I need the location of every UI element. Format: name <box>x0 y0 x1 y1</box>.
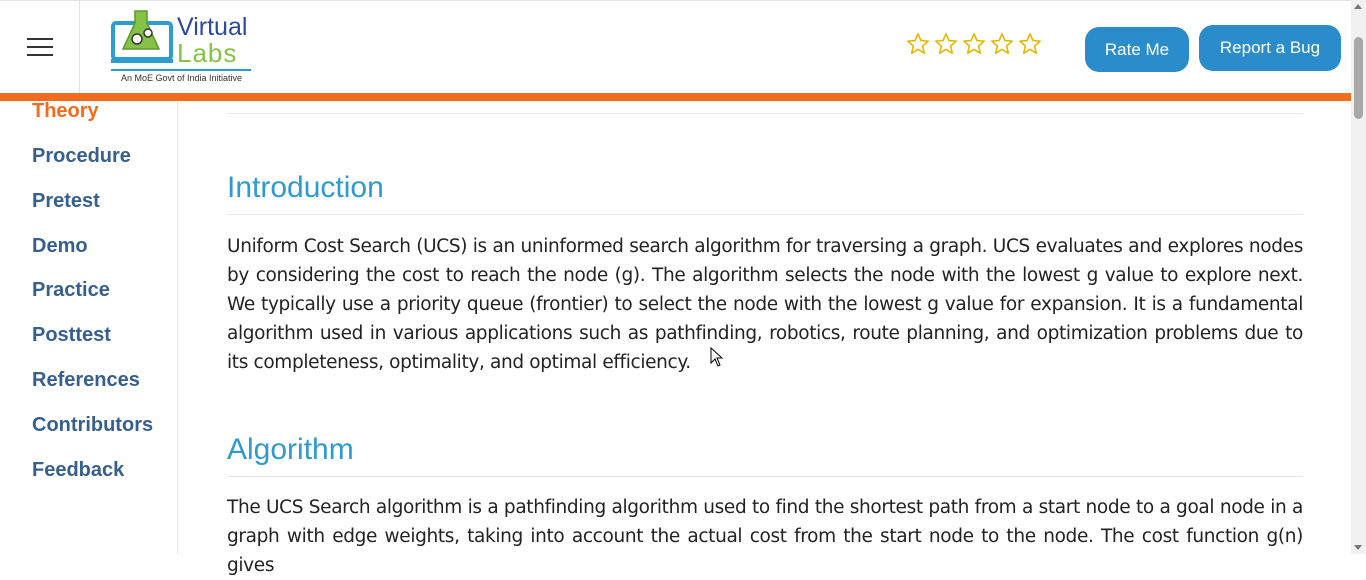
rating-stars <box>906 32 1042 56</box>
sidebar-item-posttest[interactable]: Posttest <box>32 324 111 347</box>
report-bug-button[interactable]: Report a Bug <box>1199 25 1341 71</box>
star-icon[interactable] <box>1018 32 1042 56</box>
sidebar-item-contributors[interactable]: Contributors <box>32 414 153 437</box>
lab-flask-logo-icon <box>111 10 173 63</box>
divider <box>227 113 1303 114</box>
section-heading-introduction: Introduction <box>227 171 384 204</box>
divider <box>227 214 1303 215</box>
star-icon[interactable] <box>990 32 1014 56</box>
logo-text-labs: Labs <box>177 38 238 68</box>
scrollbar-thumb[interactable] <box>1354 37 1363 119</box>
logo-underline <box>111 69 251 71</box>
top-navbar: Virtual Labs An MoE Govt of India Initia… <box>0 0 1351 93</box>
section-text-introduction: Uniform Cost Search (UCS) is an uninform… <box>227 236 1303 373</box>
hamburger-icon <box>26 38 53 56</box>
sidebar-item-theory[interactable]: Theory <box>32 101 99 123</box>
sidebar-item-feedback[interactable]: Feedback <box>32 459 124 482</box>
logo-tagline: An MoE Govt of India Initiative <box>121 73 243 83</box>
rate-me-button[interactable]: Rate Me <box>1085 27 1189 72</box>
menu-toggle-button[interactable] <box>0 1 80 93</box>
divider <box>227 476 1303 477</box>
mouse-cursor-icon <box>710 347 724 367</box>
section-text-algorithm: The UCS Search algorithm is a pathfindin… <box>227 497 1303 576</box>
scroll-up-arrow-icon[interactable] <box>1354 4 1362 9</box>
sidebar-item-references[interactable]: References <box>32 369 140 392</box>
header-accent-bar <box>0 93 1351 101</box>
virtual-labs-logo[interactable]: Virtual Labs An MoE Govt of India Initia… <box>111 9 261 87</box>
section-heading-algorithm: Algorithm <box>227 433 354 466</box>
sidebar-item-procedure[interactable]: Procedure <box>32 145 131 168</box>
vertical-scrollbar[interactable] <box>1351 0 1366 554</box>
star-icon[interactable] <box>934 32 958 56</box>
sidebar-nav: Theory Procedure Pretest Demo Practice P… <box>0 101 178 554</box>
sidebar-item-practice[interactable]: Practice <box>32 279 110 302</box>
sidebar-item-demo[interactable]: Demo <box>32 235 88 258</box>
star-icon[interactable] <box>906 32 930 56</box>
star-icon[interactable] <box>962 32 986 56</box>
scroll-down-arrow-icon[interactable] <box>1354 545 1362 550</box>
sidebar-item-pretest[interactable]: Pretest <box>32 190 100 213</box>
